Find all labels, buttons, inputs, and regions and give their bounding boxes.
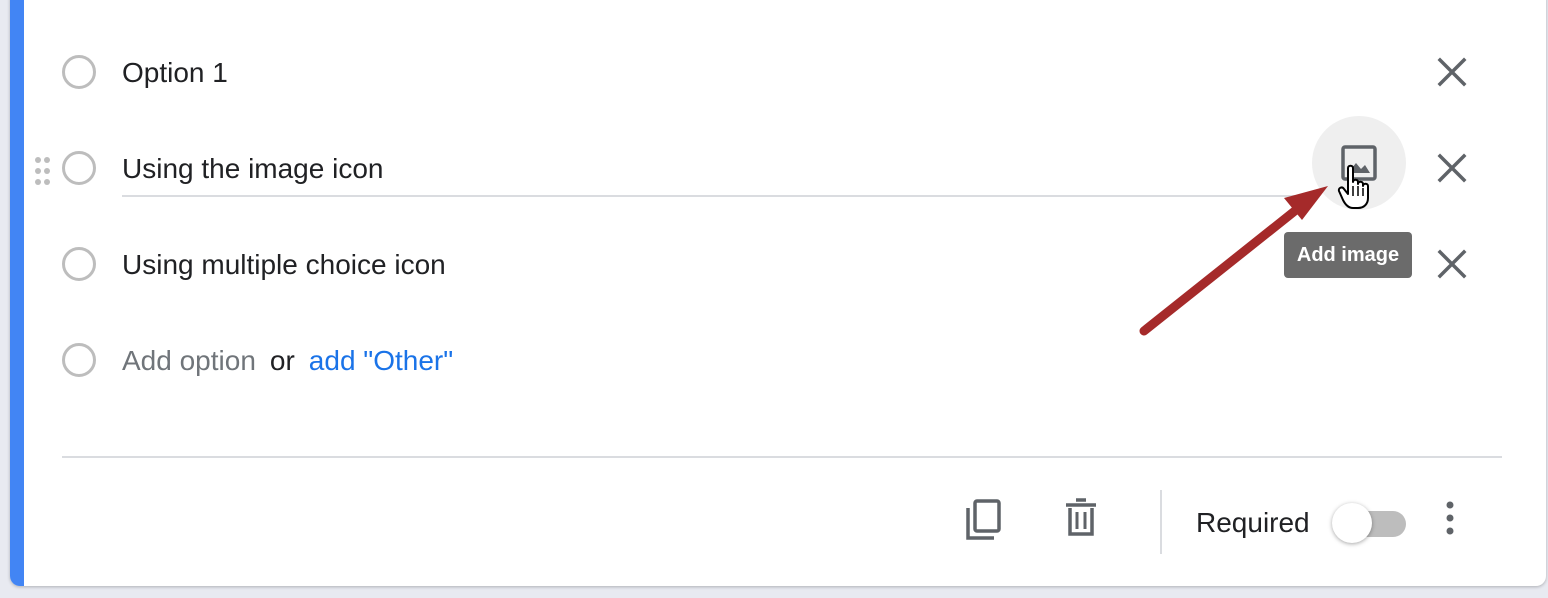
radio-button — [62, 247, 96, 281]
option-row: Option 1 — [10, 42, 1546, 102]
required-toggle[interactable] — [1332, 502, 1408, 544]
option-label[interactable]: Option 1 — [122, 56, 228, 90]
delete-button[interactable] — [1064, 498, 1098, 543]
option-label[interactable]: Using multiple choice icon — [122, 248, 446, 282]
required-label: Required — [1196, 507, 1310, 538]
option-label-input[interactable]: Using the image icon — [122, 152, 383, 186]
drag-handle-icon[interactable] — [34, 156, 50, 186]
radio-button — [62, 343, 96, 377]
input-underline — [122, 195, 1312, 197]
radio-button — [62, 55, 96, 89]
footer-divider — [62, 456, 1502, 458]
more-options-button[interactable] — [1444, 500, 1456, 541]
remove-option-button[interactable] — [1434, 246, 1470, 282]
add-option-line: Add option or add "Other" — [122, 344, 453, 378]
close-icon — [1437, 57, 1467, 87]
add-option-row: Add option or add "Other" — [10, 330, 1546, 390]
copy-icon — [966, 499, 1001, 540]
close-icon — [1437, 153, 1467, 183]
add-option-input[interactable]: Add option — [122, 345, 256, 376]
toggle-knob — [1332, 503, 1372, 543]
footer-separator — [1160, 490, 1162, 554]
add-other-link[interactable]: add "Other" — [309, 345, 453, 376]
option-row-active: Using the image icon — [10, 116, 1546, 210]
remove-option-button[interactable] — [1434, 54, 1470, 90]
hand-pointer-icon — [1336, 164, 1372, 215]
question-card: Option 1 Using the image icon Using mult… — [10, 0, 1546, 586]
radio-button — [62, 151, 96, 185]
more-vert-icon — [1446, 501, 1454, 535]
or-text: or — [269, 345, 295, 376]
trash-icon — [1066, 498, 1096, 536]
remove-option-button[interactable] — [1434, 150, 1470, 186]
add-image-tooltip: Add image — [1284, 232, 1412, 278]
close-icon — [1437, 249, 1467, 279]
duplicate-button[interactable] — [964, 498, 1004, 547]
